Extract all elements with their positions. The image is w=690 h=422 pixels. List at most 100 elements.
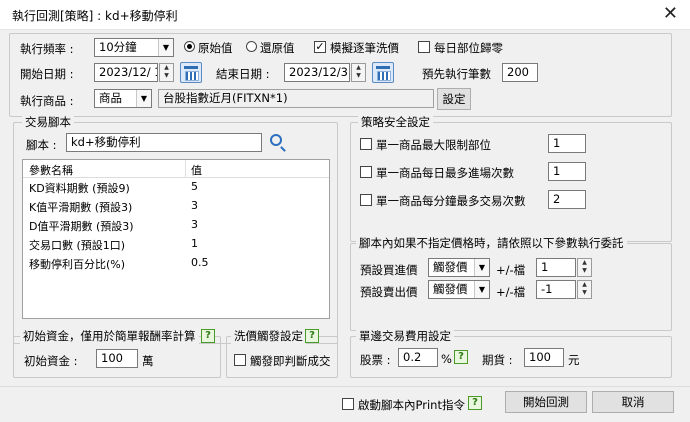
window-title: 執行回測[策略] : kd+移動停利 bbox=[12, 9, 178, 23]
param-value: 5 bbox=[191, 180, 198, 193]
start-date-spinner[interactable]: ▲ ▼ bbox=[159, 63, 174, 82]
search-icon[interactable] bbox=[270, 134, 282, 146]
script-label: 腳本 : bbox=[26, 138, 57, 152]
simulate-checkbox[interactable]: ✓ bbox=[314, 41, 326, 53]
param-name: KD資料期數 (預設9) bbox=[29, 182, 130, 195]
wash-help-icon[interactable]: ? bbox=[305, 329, 319, 343]
chevron-down-icon: ▼ bbox=[136, 90, 151, 107]
column-header-value: 值 bbox=[191, 164, 202, 177]
script-group-title: 交易腳本 bbox=[22, 114, 74, 130]
fee-help-icon[interactable]: ? bbox=[454, 350, 468, 364]
param-value: 3 bbox=[191, 199, 198, 212]
sell-price-type-select[interactable]: 觸發價 ▼ bbox=[428, 280, 490, 299]
bottom-divider bbox=[0, 386, 690, 387]
table-row[interactable]: 交易口數 (預設1口) 1 bbox=[23, 235, 329, 254]
radio-original-label: 原始值 bbox=[198, 41, 233, 55]
max-position-input[interactable]: 1 bbox=[548, 134, 586, 153]
script-name-input[interactable]: kd+移動停利 bbox=[66, 133, 262, 152]
sell-tick-spinner[interactable]: ▲ ▼ bbox=[577, 280, 592, 299]
title-bar: 執行回測[策略] : kd+移動停利 ✕ bbox=[0, 0, 690, 30]
per-minute-input[interactable]: 2 bbox=[548, 190, 586, 209]
dialog-body: 執行頻率 : 10分鐘 ▼ 原始值 還原值 ✓ 模擬逐筆洗價 每日部位歸零 開始… bbox=[0, 30, 690, 422]
radio-original[interactable] bbox=[184, 41, 195, 52]
chevron-down-icon: ▼ bbox=[474, 259, 489, 276]
table-row[interactable]: D值平滑期數 (預設3) 3 bbox=[23, 216, 329, 235]
param-name: K值平滑期數 (預設3) bbox=[29, 201, 133, 214]
product-type-value: 商品 bbox=[99, 91, 122, 105]
precount-input[interactable]: 200 bbox=[502, 63, 538, 82]
chevron-down-icon: ▼ bbox=[158, 39, 173, 56]
param-name: 交易口數 (預設1口) bbox=[29, 239, 126, 252]
safety-group-title: 策略安全設定 bbox=[358, 114, 433, 130]
max-position-label: 單一商品最大限制部位 bbox=[376, 138, 491, 152]
wash-checkbox[interactable] bbox=[234, 354, 246, 366]
end-date-input[interactable]: 2023/12/31 bbox=[284, 63, 350, 82]
futures-fee-input[interactable]: 100 bbox=[524, 348, 564, 367]
print-checkbox[interactable] bbox=[342, 398, 354, 410]
product-type-select[interactable]: 商品 ▼ bbox=[94, 89, 152, 108]
start-calendar-icon[interactable] bbox=[180, 62, 202, 83]
daily-zero-label: 每日部位歸零 bbox=[434, 41, 503, 55]
frequency-label: 執行頻率 : bbox=[20, 42, 74, 56]
start-date-label: 開始日期 : bbox=[20, 67, 74, 81]
column-divider bbox=[185, 160, 186, 178]
capital-unit: 萬 bbox=[142, 354, 154, 368]
param-value: 3 bbox=[191, 218, 198, 231]
chevron-down-icon: ▼ bbox=[474, 281, 489, 298]
simulate-label: 模擬逐筆洗價 bbox=[330, 41, 399, 55]
sell-price-label: 預設賣出價 bbox=[360, 285, 418, 299]
daily-entries-input[interactable]: 1 bbox=[548, 162, 586, 181]
buy-price-type-select[interactable]: 觸發價 ▼ bbox=[428, 258, 490, 277]
start-date-input[interactable]: 2023/12/ 1 bbox=[94, 63, 158, 82]
param-name: 移動停利百分比(%) bbox=[29, 258, 126, 271]
max-position-checkbox[interactable] bbox=[360, 138, 372, 150]
sell-tick-unit: +/-檔 bbox=[496, 285, 526, 299]
product-label: 執行商品 : bbox=[20, 94, 74, 108]
print-help-icon[interactable]: ? bbox=[468, 396, 482, 410]
radio-restore-label: 還原值 bbox=[260, 41, 295, 55]
end-date-spinner[interactable]: ▲ ▼ bbox=[351, 63, 366, 82]
end-calendar-icon[interactable] bbox=[372, 62, 394, 83]
daily-entries-checkbox[interactable] bbox=[360, 166, 372, 178]
cancel-button[interactable]: 取消 bbox=[592, 391, 674, 413]
table-header: 參數名稱 值 bbox=[23, 160, 329, 178]
start-backtest-button[interactable]: 開始回測 bbox=[505, 391, 587, 413]
frequency-select[interactable]: 10分鐘 ▼ bbox=[94, 38, 174, 57]
capital-input[interactable]: 100 bbox=[96, 349, 138, 368]
column-header-name: 參數名稱 bbox=[29, 164, 73, 177]
close-icon[interactable]: ✕ bbox=[663, 3, 678, 25]
buy-price-type-value: 觸發價 bbox=[433, 260, 468, 274]
parameter-table: 參數名稱 值 KD資料期數 (預設9) 5 K值平滑期數 (預設3) 3 D值平… bbox=[22, 159, 330, 319]
table-row[interactable]: KD資料期數 (預設9) 5 bbox=[23, 178, 329, 197]
capital-group-title: 初始資金，僅用於簡單報酬率計算 bbox=[20, 328, 199, 344]
table-row[interactable]: K值平滑期數 (預設3) 3 bbox=[23, 197, 329, 216]
per-minute-checkbox[interactable] bbox=[360, 194, 372, 206]
table-row[interactable]: 移動停利百分比(%) 0.5 bbox=[23, 254, 329, 273]
per-minute-label: 單一商品每分鐘最多交易次數 bbox=[376, 194, 526, 208]
frequency-value: 10分鐘 bbox=[99, 40, 137, 54]
print-label: 啟動腳本內Print指令 bbox=[358, 398, 465, 412]
end-date-label: 結束日期 : bbox=[216, 67, 270, 81]
buy-tick-input[interactable]: 1 bbox=[536, 258, 576, 277]
buy-tick-spinner[interactable]: ▲ ▼ bbox=[577, 258, 592, 277]
stock-fee-label: 股票 : bbox=[360, 353, 391, 367]
wash-group-title: 洗價觸發設定 bbox=[231, 328, 306, 344]
stock-fee-unit: % bbox=[441, 352, 452, 366]
daily-zero-checkbox[interactable] bbox=[418, 41, 430, 53]
radio-restore[interactable] bbox=[246, 41, 257, 52]
precount-label: 預先執行筆數 bbox=[422, 67, 491, 81]
buy-price-label: 預設買進價 bbox=[360, 263, 418, 277]
buy-tick-unit: +/-檔 bbox=[496, 263, 526, 277]
capital-help-icon[interactable]: ? bbox=[201, 329, 215, 343]
futures-fee-label: 期貨 : bbox=[482, 353, 513, 367]
param-value: 1 bbox=[191, 237, 198, 250]
stock-fee-input[interactable]: 0.2 bbox=[398, 348, 438, 367]
fee-group-title: 單邊交易費用設定 bbox=[356, 328, 454, 344]
param-name: D值平滑期數 (預設3) bbox=[29, 220, 134, 233]
sell-tick-input[interactable]: -1 bbox=[536, 280, 576, 299]
product-name-field: 台股指數近月(FITXN*1) bbox=[158, 89, 434, 108]
capital-label: 初始資金 : bbox=[24, 354, 78, 368]
wash-label: 觸發即判斷成交 bbox=[250, 354, 331, 368]
set-button[interactable]: 設定 bbox=[437, 88, 471, 110]
sell-price-type-value: 觸發價 bbox=[433, 282, 468, 296]
